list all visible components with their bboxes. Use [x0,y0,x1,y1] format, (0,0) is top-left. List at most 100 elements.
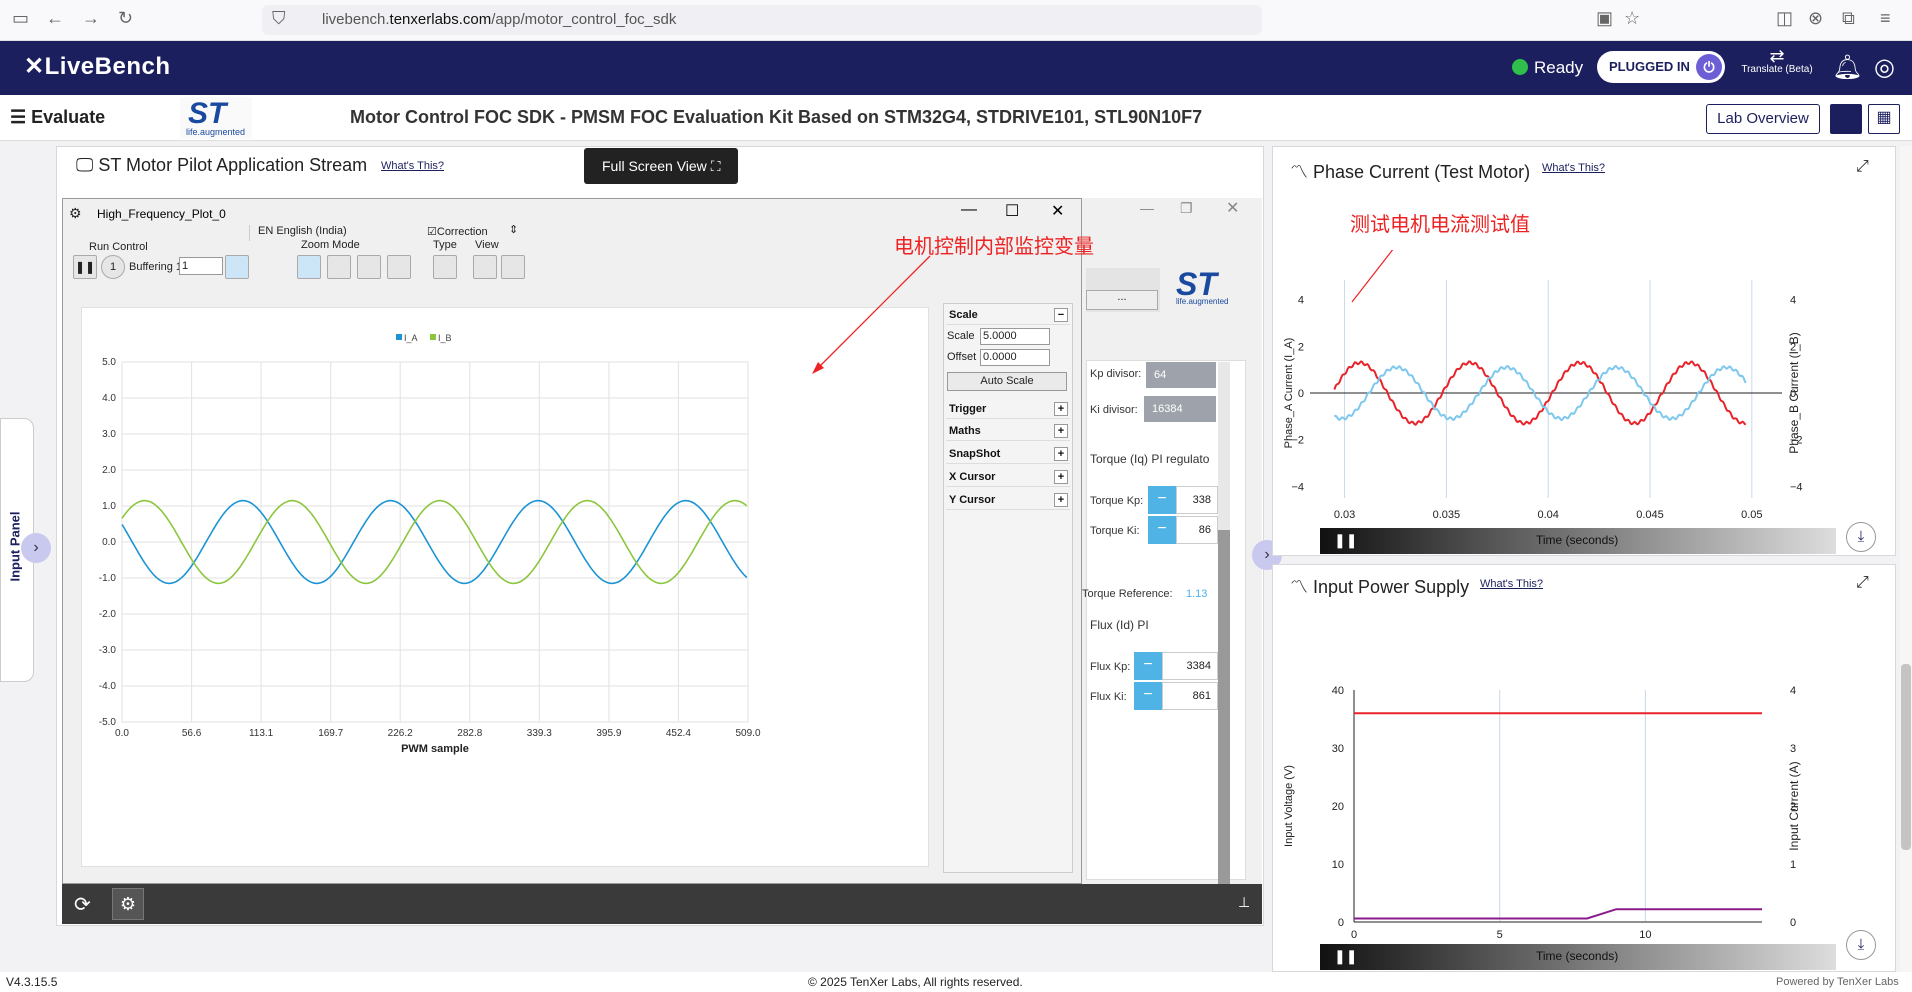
popout-icon[interactable]: ⤢ [1856,158,1869,176]
power-whats-this-link[interactable]: What's This? [1480,578,1543,590]
zoom-move-button[interactable] [327,255,351,279]
maths-section[interactable]: Maths + [946,422,1070,441]
ki-divisor-value[interactable]: 16384 [1144,396,1216,422]
buffering-input[interactable]: 1 [179,257,223,275]
trigger-section[interactable]: Trigger + [946,400,1070,419]
power-download-icon[interactable]: ⤓ [1846,930,1876,960]
single-shot-button[interactable]: 1 [101,255,125,279]
evaluate-menu[interactable]: ☰ Evaluate [10,107,105,128]
bg-dots-button[interactable]: ... [1086,290,1158,310]
plot-app-taskbar-icon[interactable]: ⚙ [112,888,144,920]
run-control-label: Run Control [89,241,148,253]
torque-ki-minus-button[interactable]: − [1148,516,1176,544]
link-button[interactable] [225,255,249,279]
x-tick-label: 0.035 [1433,509,1461,521]
view-eye-button[interactable] [501,255,525,279]
extensions-icon[interactable]: ⧉ [1842,8,1855,29]
lab-overview-button[interactable]: Lab Overview [1706,104,1820,134]
extension-x-icon[interactable]: ⊗ [1808,8,1823,29]
y-tick-label: 30 [1332,743,1344,755]
torque-kp-value[interactable]: 338 [1176,486,1218,514]
plugged-in-button[interactable]: PLUGGED IN ⏻ [1597,51,1725,83]
torque-kp-minus-button[interactable]: − [1148,486,1176,514]
input-power-chart: 0 5 1040302010043210Input Voltage (V) Input… [1283,685,1801,941]
zoom-y-button[interactable] [357,255,381,279]
menu-icon[interactable]: ≡ [1880,8,1891,29]
close-icon[interactable]: ✕ [1051,201,1064,221]
bg-close-icon[interactable]: ✕ [1226,198,1239,218]
bookmark-star-icon[interactable]: ☆ [1624,8,1640,29]
shield-icon[interactable]: ⛉ [272,8,286,29]
expand-icon[interactable]: + [1054,402,1068,416]
x-tick-label: 395.9 [596,728,621,739]
forward-icon[interactable]: → [82,8,100,29]
x-cursor-section[interactable]: X Cursor + [946,468,1070,487]
bg-scrollbar-thumb[interactable] [1218,530,1230,890]
maximize-icon[interactable]: ☐ [1005,201,1019,221]
zoom-x-button[interactable] [387,255,411,279]
full-screen-view-button[interactable]: Full Screen View ⛶ [584,148,738,184]
expand-icon[interactable]: + [1054,424,1068,438]
flux-kp-minus-button[interactable]: − [1134,652,1162,680]
flux-ki-minus-button[interactable]: − [1134,682,1162,710]
reload-icon[interactable]: ↻ [118,8,133,29]
translate-button[interactable]: ⇄ Translate (Beta) [1737,47,1817,77]
sidebar-toggle-icon[interactable]: ▭ [12,8,29,29]
split-view-button[interactable] [1830,104,1862,134]
offset-input[interactable]: 0.0000 [980,349,1050,366]
annotation-arrow-2 [1351,250,1394,303]
y-tick-label: 2 [1298,341,1304,353]
bg-restore-icon[interactable]: ❐ [1180,200,1193,217]
page-scrollbar-thumb[interactable] [1901,664,1911,850]
dropdown-icon[interactable]: ⇕ [509,223,518,236]
popout-icon[interactable]: ⤢ [1856,574,1869,592]
account-icon[interactable]: ◎ [1874,53,1895,82]
back-icon[interactable]: ← [46,8,64,29]
powered-by-label: Powered by TenXer Labs [1776,976,1899,988]
pocket-icon[interactable]: ◫ [1776,8,1793,29]
bell-icon[interactable]: 🔔︎ [1832,53,1862,82]
zoom-xy-button[interactable] [297,255,321,279]
minimize-icon[interactable]: — [961,201,977,219]
pause-button[interactable]: ❚❚ [73,255,97,279]
y-tick-label: 4.0 [102,393,116,404]
reader-icon[interactable]: ▣ [1596,8,1613,29]
plot-canvas[interactable]: 0.0 56.6 113.1 169.7 226.2 282.8 339.3 395.9 452… [81,307,929,867]
expand-icon[interactable]: + [1054,447,1068,461]
y-tick-label: 20 [1332,801,1344,813]
bg-minimize-icon[interactable]: — [1140,200,1154,216]
app-icon: ⚙ [69,205,82,221]
grid-view-button[interactable]: ▦ [1868,104,1900,134]
phase-download-icon[interactable]: ⤓ [1846,522,1876,552]
scale-section-header[interactable]: Scale − [946,306,1070,325]
y-cursor-section[interactable]: Y Cursor + [946,491,1070,510]
phase-pause-icon[interactable]: ❚❚ [1334,532,1357,549]
x-tick-label: 0.0 [115,728,129,739]
kp-divisor-value[interactable]: 64 [1146,362,1216,388]
correction-toggle[interactable]: ☑Correction [427,225,488,238]
hamburger-icon[interactable]: ☰ [10,107,26,127]
snapshot-section[interactable]: SnapShot + [946,445,1070,464]
power-pause-icon[interactable]: ❚❚ [1334,948,1357,965]
pin-icon[interactable]: ⊥ [1238,894,1250,911]
motor-pilot-icon[interactable]: ⟳ [74,892,100,918]
torque-ki-value[interactable]: 86 [1176,516,1218,544]
collapse-icon[interactable]: − [1054,308,1068,322]
y-tick-label: 5.0 [102,357,116,368]
scale-input[interactable]: 5.0000 [980,328,1050,345]
phase-whats-this-link[interactable]: What's This? [1542,162,1605,174]
expand-input-panel-button[interactable]: › [21,533,51,563]
view-fit-button[interactable] [473,255,497,279]
x-tick-label: 226.2 [388,728,413,739]
x-tick-label: 5 [1497,929,1503,941]
plot-type-button[interactable] [433,255,457,279]
flux-kp-value[interactable]: 3384 [1162,652,1218,680]
stream-whats-this-link[interactable]: What's This? [381,160,444,172]
auto-scale-button[interactable]: Auto Scale [947,372,1067,391]
flux-ki-label: Flux Ki: [1090,691,1127,703]
url-bar[interactable]: livebench.tenxerlabs.com/app/motor_contr… [262,5,1262,35]
expand-icon[interactable]: + [1054,493,1068,507]
livebench-logo[interactable]: ✕LiveBench [24,52,170,81]
flux-ki-value[interactable]: 861 [1162,682,1218,710]
expand-icon[interactable]: + [1054,470,1068,484]
